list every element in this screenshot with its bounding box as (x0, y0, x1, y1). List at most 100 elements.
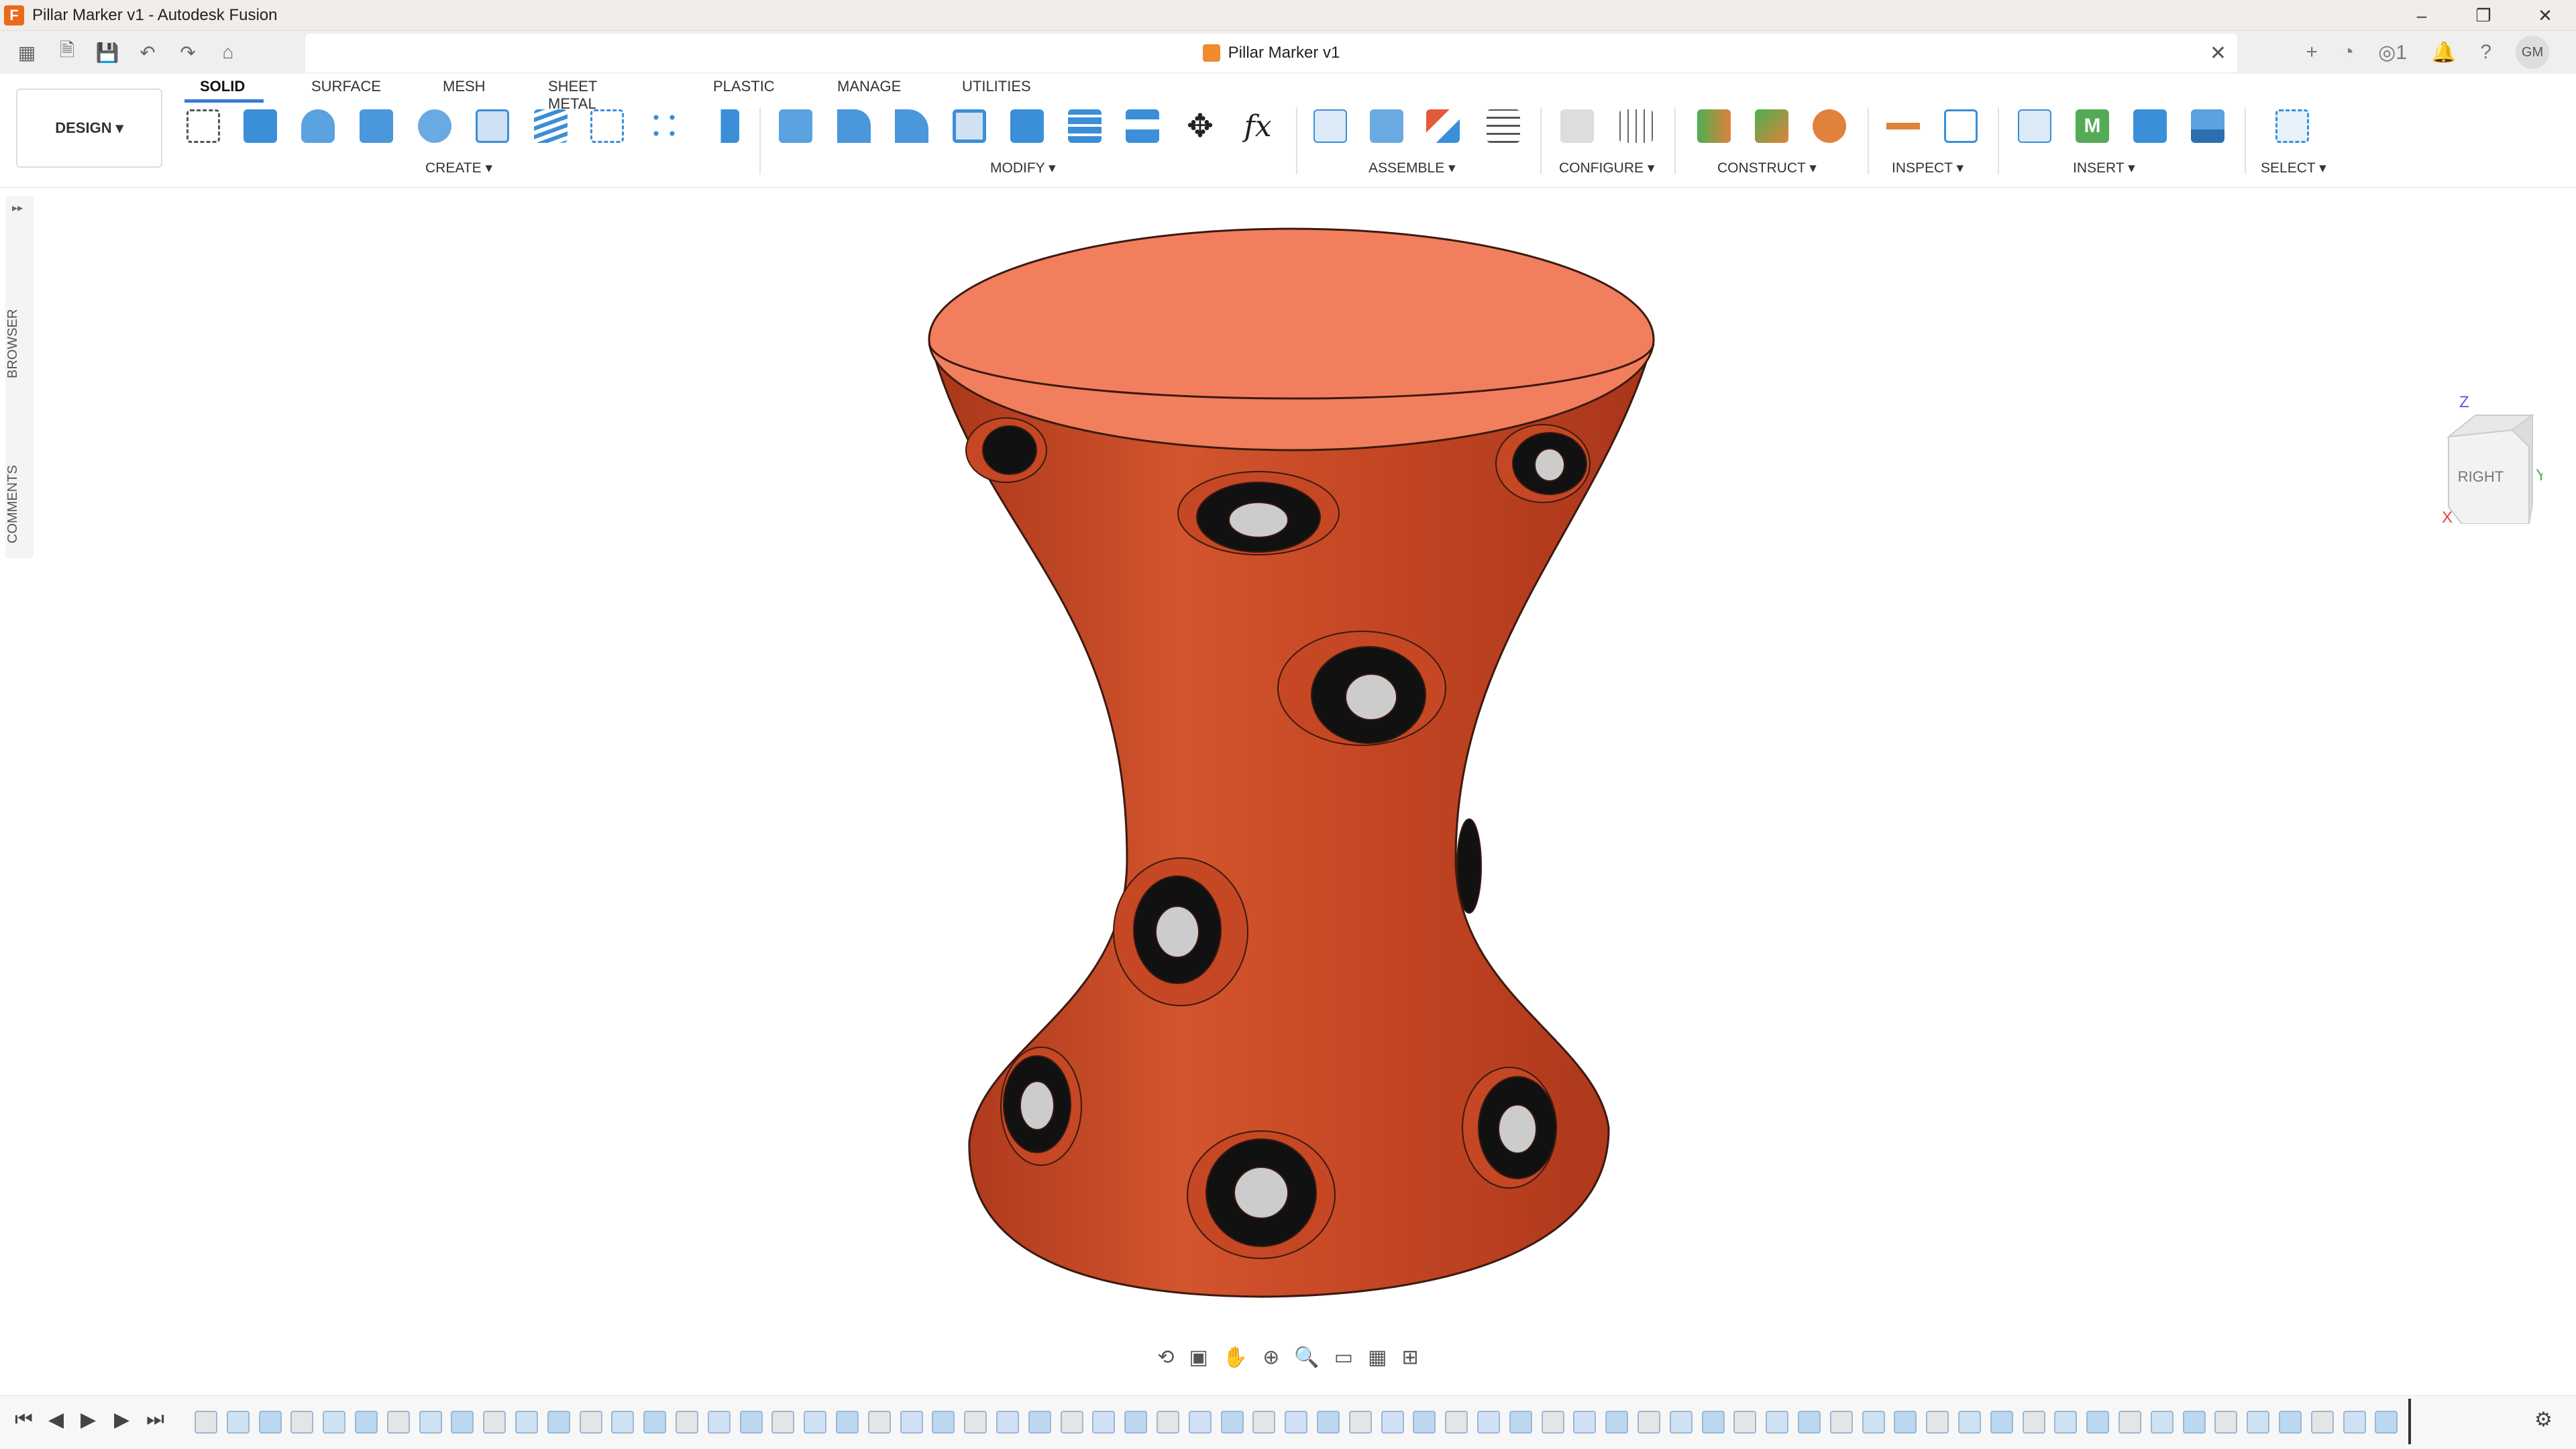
move-copy-icon[interactable]: ✥ (1179, 106, 1221, 146)
timeline-feature-icon[interactable] (1381, 1411, 1404, 1434)
tab-manage[interactable]: MANAGE (837, 78, 901, 95)
timeline-feature-icon[interactable] (419, 1411, 442, 1434)
grid-settings-icon[interactable]: ▦ (1368, 1346, 1387, 1369)
bill-of-materials-icon[interactable] (1483, 106, 1524, 146)
timeline-feature-icon[interactable] (771, 1411, 795, 1434)
timeline-feature-icon[interactable] (2279, 1411, 2302, 1434)
home-icon[interactable]: ⌂ (215, 42, 241, 63)
create-sketch-icon[interactable] (182, 106, 224, 146)
create-menu[interactable]: CREATE ▾ (425, 160, 492, 176)
timeline-feature-icon[interactable] (1990, 1411, 2013, 1434)
offset-plane-icon[interactable] (1693, 106, 1735, 146)
comments-tab[interactable]: COMMENTS (5, 451, 34, 558)
sweep-icon[interactable] (356, 106, 397, 146)
timeline-feature-icon[interactable] (1829, 1411, 1853, 1434)
pan-icon[interactable]: ✋ (1223, 1346, 1248, 1369)
timeline-feature-icon[interactable] (258, 1411, 282, 1434)
online-status-icon[interactable]: ◔ (2342, 41, 2354, 64)
insert-menu[interactable]: INSERT ▾ (2073, 160, 2135, 176)
viewports-icon[interactable]: ⊞ (1401, 1346, 1418, 1369)
orbit-icon[interactable]: ⟲ (1157, 1346, 1174, 1369)
timeline-feature-icon[interactable] (1766, 1411, 1789, 1434)
timeline-feature-icon[interactable] (1926, 1411, 1949, 1434)
timeline-feature-icon[interactable] (195, 1411, 217, 1434)
timeline-feature-icon[interactable] (515, 1411, 538, 1434)
as-built-joint-icon[interactable] (1422, 106, 1464, 146)
timeline-feature-icon[interactable] (1798, 1411, 1821, 1434)
configure-design-icon[interactable] (1556, 106, 1598, 146)
timeline-feature-icon[interactable] (2054, 1411, 2078, 1434)
insert-manufacturer-part-icon[interactable] (2129, 106, 2171, 146)
go-to-end-icon[interactable]: ⏭ (146, 1408, 164, 1431)
select-window-icon[interactable] (2271, 106, 2313, 146)
timeline-feature-icon[interactable] (2182, 1411, 2206, 1434)
rectangular-pattern-icon[interactable] (586, 106, 628, 146)
zoom-icon[interactable]: ⊕ (1263, 1346, 1279, 1369)
timeline-feature-icon[interactable] (226, 1411, 250, 1434)
minimize-button[interactable]: – (2391, 0, 2453, 31)
zoom-window-icon[interactable]: 🔍 (1294, 1346, 1319, 1369)
browser-tab[interactable]: BROWSER (5, 297, 34, 390)
timeline-feature-icon[interactable] (1669, 1411, 1693, 1434)
select-menu[interactable]: SELECT ▾ (2261, 160, 2326, 176)
timeline-feature-icon[interactable] (2343, 1411, 2366, 1434)
tangent-plane-icon[interactable] (1809, 106, 1850, 146)
timeline-feature-icon[interactable] (2086, 1411, 2110, 1434)
step-forward-icon[interactable]: ▶ (114, 1408, 129, 1432)
new-component-icon[interactable] (1309, 106, 1351, 146)
timeline-feature-icon[interactable] (964, 1411, 987, 1434)
tab-solid[interactable]: SOLID (200, 78, 245, 95)
timeline-feature-icon[interactable] (579, 1411, 602, 1434)
expand-panel-icon[interactable]: ▸▸ (12, 201, 23, 215)
app-grid-icon[interactable]: ▦ (13, 42, 40, 64)
timeline-feature-icon[interactable] (1028, 1411, 1051, 1434)
loft-icon[interactable] (414, 106, 455, 146)
extrude-icon[interactable] (239, 106, 281, 146)
document-tab[interactable]: Pillar Marker v1 ✕ (305, 34, 2237, 72)
tab-surface[interactable]: SURFACE (311, 78, 381, 95)
timeline-feature-icon[interactable] (1092, 1411, 1116, 1434)
view-cube[interactable]: RIGHT Z Y X (2442, 390, 2546, 527)
undo-icon[interactable]: ↶ (134, 42, 161, 64)
timeline-feature-icon[interactable] (355, 1411, 378, 1434)
job-status-icon[interactable]: ◎1 (2378, 41, 2407, 64)
plane-at-angle-icon[interactable] (1751, 106, 1792, 146)
circular-pattern-icon[interactable] (644, 106, 686, 146)
timeline-feature-icon[interactable] (996, 1411, 1019, 1434)
maximize-button[interactable]: ❐ (2453, 0, 2514, 31)
construct-menu[interactable]: CONSTRUCT ▾ (1717, 160, 1817, 176)
step-back-icon[interactable]: ◀ (48, 1408, 64, 1432)
thread-icon[interactable] (530, 106, 572, 146)
timeline-feature-icon[interactable] (1252, 1411, 1276, 1434)
combine-icon[interactable] (1006, 106, 1048, 146)
timeline-feature-icon[interactable] (1894, 1411, 1917, 1434)
timeline-feature-icon[interactable] (2375, 1411, 2398, 1434)
timeline-feature-icon[interactable] (2214, 1411, 2238, 1434)
display-settings-icon[interactable]: ▭ (1334, 1346, 1353, 1369)
view-cube-face-label[interactable]: RIGHT (2458, 468, 2504, 485)
look-at-icon[interactable]: ▣ (1189, 1346, 1208, 1369)
insert-mcmaster-icon[interactable]: M (2072, 106, 2113, 146)
timeline-feature-icon[interactable] (1701, 1411, 1725, 1434)
joint-icon[interactable] (1366, 106, 1407, 146)
timeline-feature-icon[interactable] (739, 1411, 763, 1434)
revolve-icon[interactable] (297, 106, 339, 146)
timeline-feature-icon[interactable] (707, 1411, 731, 1434)
timeline-feature-icon[interactable] (1445, 1411, 1468, 1434)
timeline-feature-icon[interactable] (2022, 1411, 2045, 1434)
timeline-feature-icon[interactable] (1188, 1411, 1212, 1434)
timeline-feature-icon[interactable] (1541, 1411, 1564, 1434)
timeline-feature-icon[interactable] (2150, 1411, 2174, 1434)
mirror-icon[interactable] (702, 106, 743, 146)
fillet-icon[interactable] (833, 106, 875, 146)
play-icon[interactable]: ▶ (80, 1408, 96, 1432)
timeline-feature-icon[interactable] (1509, 1411, 1532, 1434)
timeline-feature-icon[interactable] (900, 1411, 923, 1434)
user-avatar[interactable]: GM (2516, 36, 2549, 69)
timeline-feature-icon[interactable] (836, 1411, 859, 1434)
hole-icon[interactable] (472, 106, 513, 146)
timeline-feature-icon[interactable] (1605, 1411, 1629, 1434)
insert-derive-icon[interactable] (2014, 106, 2055, 146)
timeline-feature-icon[interactable] (547, 1411, 570, 1434)
go-to-start-icon[interactable]: ⏮ (15, 1408, 33, 1431)
